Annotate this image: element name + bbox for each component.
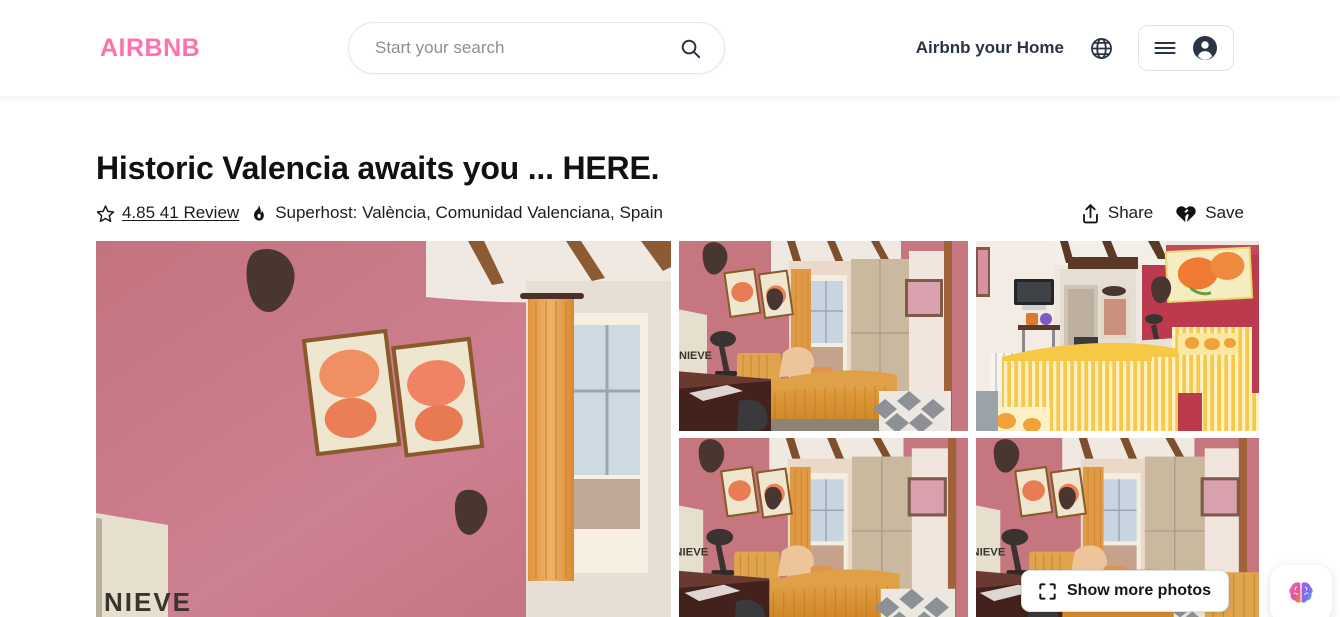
svg-text:NIEVE: NIEVE	[679, 547, 709, 559]
globe-icon[interactable]	[1084, 31, 1118, 65]
svg-text:NIEVE: NIEVE	[104, 587, 192, 617]
ai-assistant-button[interactable]	[1270, 565, 1332, 617]
save-label: Save	[1205, 203, 1244, 223]
reviews-link[interactable]: 4.85 41 Review	[122, 203, 239, 223]
search-icon[interactable]	[679, 37, 702, 60]
listing-meta-left: 4.85 41 Review Superhost: València, Comu…	[96, 203, 663, 223]
svg-text:NIEVE: NIEVE	[679, 350, 712, 362]
room-photo-4: NIEVE	[679, 438, 968, 617]
broken-heart-icon	[1175, 203, 1197, 223]
header-actions: Airbnb your Home	[916, 25, 1234, 71]
gallery-photo-main[interactable]: NIEVE	[96, 241, 671, 617]
gallery-photo-3[interactable]	[976, 241, 1259, 432]
search-input[interactable]: Start your search	[348, 22, 725, 74]
airbnb-logo[interactable]: AIRBNB	[100, 34, 200, 63]
search-placeholder: Start your search	[375, 38, 505, 57]
room-photo-2: NIEVE	[679, 241, 968, 432]
user-avatar-icon[interactable]	[1192, 35, 1218, 61]
star-outline-icon	[96, 204, 115, 223]
gallery-photo-2[interactable]: NIEVE	[679, 241, 968, 432]
site-header: AIRBNB Start your search Airbnb your Hom…	[0, 0, 1340, 96]
show-more-photos-button[interactable]: Show more photos	[1021, 570, 1229, 613]
gallery-photo-4[interactable]: NIEVE	[679, 438, 968, 617]
room-photo-3	[976, 241, 1259, 432]
share-button[interactable]: Share	[1081, 203, 1153, 224]
account-menu-button[interactable]	[1138, 25, 1234, 71]
airbnb-your-home-link[interactable]: Airbnb your Home	[916, 38, 1064, 58]
share-label: Share	[1107, 203, 1154, 223]
brain-assistant-icon	[1286, 579, 1316, 609]
svg-text:NIEVE: NIEVE	[976, 547, 1006, 559]
listing-actions: Share Save	[1081, 203, 1244, 224]
photo-gallery: NIEVE NIEVE IEVE IEVE Show more photos	[96, 241, 1259, 617]
expand-grid-icon	[1039, 583, 1056, 600]
superhost-location-text: Superhost: València, Comunidad Valencian…	[275, 203, 663, 223]
room-photo-main: NIEVE	[96, 241, 671, 617]
hamburger-menu-icon[interactable]	[1154, 40, 1176, 56]
listing-page: Historic Valencia awaits you ... HERE. 4…	[0, 149, 1340, 617]
flame-icon	[249, 204, 266, 223]
show-more-photos-label: Show more photos	[1067, 582, 1211, 600]
page-title: Historic Valencia awaits you ... HERE.	[96, 150, 660, 186]
save-button[interactable]: Save	[1175, 203, 1244, 223]
share-icon	[1081, 203, 1100, 224]
listing-meta-row: 4.85 41 Review Superhost: València, Comu…	[96, 200, 1244, 226]
